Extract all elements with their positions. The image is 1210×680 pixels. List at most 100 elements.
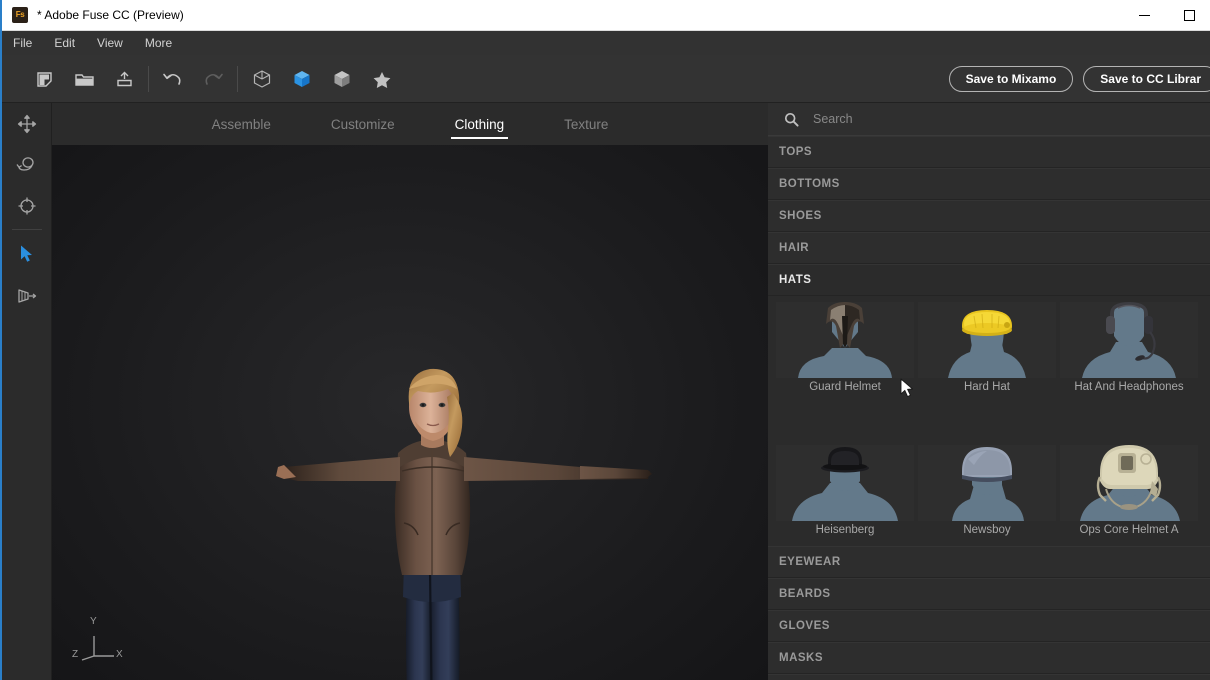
redo-icon <box>205 73 223 85</box>
thumbnail-image <box>1060 445 1198 521</box>
category-hair[interactable]: HAIR <box>768 232 1210 264</box>
save-buttons-group: Save to Mixamo Save to CC Librar <box>948 66 1210 92</box>
item-newsboy[interactable]: Newsboy <box>918 445 1056 536</box>
item-label: Heisenberg <box>815 524 875 536</box>
rail-divider <box>11 229 42 230</box>
category-gloves[interactable]: GLOVES <box>768 610 1210 642</box>
thumbnail-image <box>776 302 914 378</box>
favorites-button[interactable] <box>362 55 402 103</box>
thumbnail-image <box>1060 302 1198 378</box>
thumbnail-image <box>776 445 914 521</box>
pan-tool-button[interactable] <box>2 103 52 144</box>
hat-and-headphones-thumb-icon <box>1082 302 1176 378</box>
3d-viewport[interactable]: Y X Z <box>52 145 768 680</box>
item-guard-helmet[interactable]: Guard Helmet <box>776 302 914 393</box>
menu-view[interactable]: View <box>97 34 133 52</box>
open-folder-button[interactable] <box>64 55 104 103</box>
mode-tabs: Assemble Customize Clothing Texture <box>52 103 768 145</box>
search-input[interactable]: Search <box>813 112 853 126</box>
orbit-tool-button[interactable] <box>2 144 52 185</box>
category-moustaches[interactable]: MOUSTACHES <box>768 674 1210 680</box>
cube-outline-icon <box>253 70 271 88</box>
select-tool-button[interactable] <box>2 233 52 274</box>
hard-hat-thumb-icon <box>948 310 1026 378</box>
tab-customize[interactable]: Customize <box>301 103 425 145</box>
axis-label-x: X <box>116 649 123 660</box>
tab-clothing[interactable]: Clothing <box>425 103 535 145</box>
item-label: Guard Helmet <box>809 381 881 393</box>
axis-label-y: Y <box>90 616 97 627</box>
window-title: * Adobe Fuse CC (Preview) <box>37 8 184 22</box>
title-bar: Fs * Adobe Fuse CC (Preview) <box>2 0 1210 31</box>
camera-perspective-icon <box>18 288 37 303</box>
viewport-area: Assemble Customize Clothing Texture Y X … <box>52 103 768 680</box>
category-tops[interactable]: TOPS <box>768 136 1210 168</box>
item-hard-hat[interactable]: Hard Hat <box>918 302 1056 393</box>
category-masks[interactable]: MASKS <box>768 642 1210 674</box>
content-library-panel: Search TOPS BOTTOMS SHOES HAIR HATS Guar… <box>768 103 1210 680</box>
focus-tool-button[interactable] <box>2 185 52 226</box>
item-label: Hard Hat <box>963 381 1011 393</box>
menu-more[interactable]: More <box>145 34 182 52</box>
item-label: Newsboy <box>963 524 1011 536</box>
cube-filled-icon <box>294 71 310 87</box>
newsboy-thumb-icon <box>952 447 1024 521</box>
category-bottoms[interactable]: BOTTOMS <box>768 168 1210 200</box>
undo-button[interactable] <box>153 55 193 103</box>
search-bar[interactable]: Search <box>768 103 1210 136</box>
textured-view-button[interactable] <box>322 55 362 103</box>
hats-row-2: Heisenberg Newsboy Ops Core Helmet A <box>768 441 1210 542</box>
menu-file[interactable]: File <box>13 34 42 52</box>
wireframe-view-button[interactable] <box>242 55 282 103</box>
item-heisenberg[interactable]: Heisenberg <box>776 445 914 536</box>
window-controls <box>1122 0 1210 31</box>
camera-tool-button[interactable] <box>2 274 52 315</box>
cube-shaded-icon <box>334 71 350 87</box>
hats-grid: Guard Helmet Hard Hat Hat And Headphones… <box>768 296 1210 546</box>
shaded-view-button[interactable] <box>282 55 322 103</box>
orbit-icon <box>16 156 34 171</box>
heisenberg-thumb-icon <box>792 447 898 521</box>
main-toolbar: Save to Mixamo Save to CC Librar <box>2 55 1210 103</box>
tab-assemble[interactable]: Assemble <box>182 103 301 145</box>
undo-icon <box>163 73 181 85</box>
minimize-button[interactable] <box>1122 0 1167 31</box>
ops-core-helmet-a-thumb-icon <box>1080 445 1180 521</box>
pan-icon <box>17 114 37 133</box>
save-to-mixamo-button[interactable]: Save to Mixamo <box>948 66 1074 92</box>
category-shoes[interactable]: SHOES <box>768 200 1210 232</box>
select-cursor-icon <box>21 245 32 262</box>
menu-bar: File Edit View More <box>2 31 1210 55</box>
item-label: Ops Core Helmet A <box>1079 524 1179 536</box>
item-ops-core-helmet-a[interactable]: Ops Core Helmet A <box>1060 445 1198 536</box>
category-eyewear[interactable]: EYEWEAR <box>768 546 1210 578</box>
maximize-button[interactable] <box>1167 0 1210 31</box>
axis-gizmo: Y X Z <box>70 616 124 664</box>
menu-edit[interactable]: Edit <box>54 34 85 52</box>
new-document-button[interactable] <box>24 55 64 103</box>
thumbnail-image <box>918 302 1056 378</box>
fuse-app-window: Fs * Adobe Fuse CC (Preview) File Edit V… <box>0 0 1210 680</box>
category-beards[interactable]: BEARDS <box>768 578 1210 610</box>
redo-button[interactable] <box>193 55 233 103</box>
import-button[interactable] <box>104 55 144 103</box>
minimize-icon <box>1139 15 1150 16</box>
app-logo-icon: Fs <box>12 7 28 23</box>
open-folder-icon <box>74 73 94 86</box>
tab-texture[interactable]: Texture <box>534 103 638 145</box>
item-label: Hat And Headphones <box>1074 381 1184 393</box>
search-icon <box>784 112 799 127</box>
character-model <box>276 368 652 680</box>
focus-target-icon <box>18 197 36 214</box>
item-hat-and-headphones[interactable]: Hat And Headphones <box>1060 302 1198 393</box>
star-icon <box>373 71 391 88</box>
save-to-cc-library-button[interactable]: Save to CC Librar <box>1083 66 1210 92</box>
hats-row-1: Guard Helmet Hard Hat Hat And Headphones <box>768 298 1210 399</box>
toolbar-divider-1 <box>148 66 149 92</box>
maximize-icon <box>1184 10 1195 21</box>
viewport-tool-rail <box>2 103 52 680</box>
thumbnail-image <box>918 445 1056 521</box>
category-hats[interactable]: HATS <box>768 264 1210 296</box>
guard-helmet-thumb-icon <box>798 302 892 378</box>
new-document-icon <box>36 71 52 87</box>
